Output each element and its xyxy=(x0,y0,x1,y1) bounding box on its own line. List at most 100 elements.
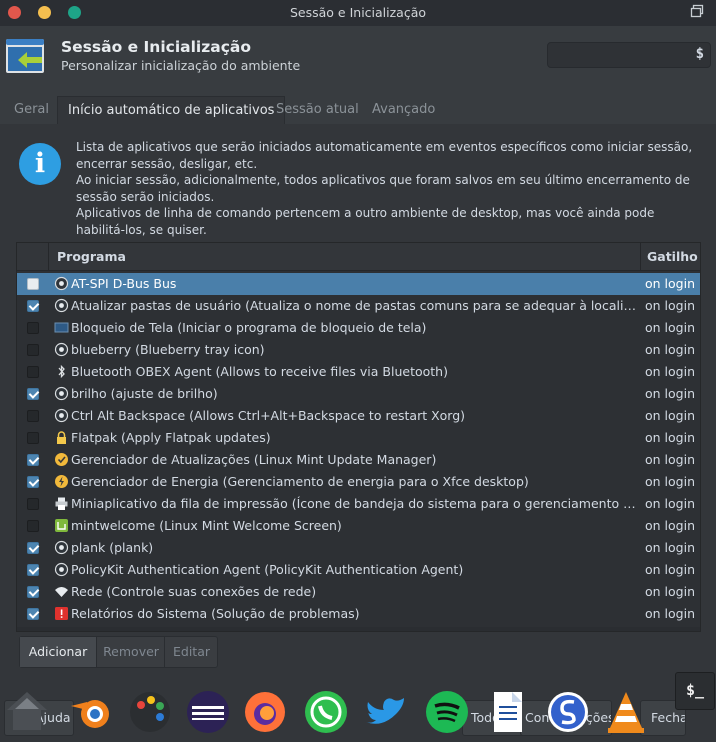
table-action-bar: Adicionar Remover Editar xyxy=(19,636,218,668)
program-name: Rede (Controle suas conexões de rede) xyxy=(71,584,317,599)
program-name: Flatpak (Apply Flatpak updates) xyxy=(71,430,271,445)
tab-general[interactable]: Geral xyxy=(14,99,49,123)
enabled-checkbox[interactable] xyxy=(27,432,39,444)
program-name: Gerenciador de Atualizações (Linux Mint … xyxy=(71,452,437,467)
table-row[interactable]: Flatpak (Apply Flatpak updates) on login xyxy=(17,427,700,449)
table-row[interactable]: Bluetooth OBEX Agent (Allows to receive … xyxy=(17,361,700,383)
lock-icon xyxy=(57,431,66,444)
gear-icon xyxy=(54,276,69,291)
table-row[interactable]: Miniaplicativo da fila de impressão (Íco… xyxy=(17,493,700,515)
info-line-2: Ao iniciar sessão, adicionalmente, todos… xyxy=(76,173,690,204)
enabled-checkbox[interactable] xyxy=(27,586,39,598)
home-icon xyxy=(7,692,47,730)
gear-icon xyxy=(54,540,69,555)
dollar-icon: $ xyxy=(695,46,704,62)
enabled-checkbox[interactable] xyxy=(27,564,39,576)
trigger-value: on login xyxy=(645,364,695,379)
trigger-value: on login xyxy=(645,430,695,445)
table-row[interactable]: mintwelcome (Linux Mint Welcome Screen) o… xyxy=(17,515,700,537)
enabled-checkbox[interactable] xyxy=(27,608,39,620)
trigger-value: on login xyxy=(645,298,695,313)
enabled-checkbox[interactable] xyxy=(27,410,39,422)
enabled-checkbox[interactable] xyxy=(27,300,39,312)
program-name: Miniaplicativo da fila de impressão (Íco… xyxy=(71,496,637,511)
tab-advanced[interactable]: Avançado xyxy=(372,99,435,123)
search-input[interactable]: $ xyxy=(547,42,711,68)
table-row[interactable]: Atualizar pastas de usuário (Atualiza o … xyxy=(17,295,700,317)
restore-icon[interactable] xyxy=(690,4,704,18)
trigger-value: on login xyxy=(645,452,695,467)
trigger-value: on login xyxy=(645,584,695,599)
table-row[interactable]: brilho (ajuste de brilho) on login xyxy=(17,383,700,405)
vlc-icon xyxy=(608,692,644,733)
enabled-checkbox[interactable] xyxy=(27,454,39,466)
tab-current-session[interactable]: Sessão atual xyxy=(276,99,359,123)
trigger-value: on login xyxy=(645,540,695,555)
trigger-value: on login xyxy=(645,496,695,511)
title-bar: Sessão e Inicialização xyxy=(0,0,716,26)
table-row[interactable]: Bloqueio de Tela (Iniciar o programa de … xyxy=(17,317,700,339)
edit-button[interactable]: Editar xyxy=(164,637,218,667)
horizontal-scrollbar[interactable] xyxy=(17,627,700,631)
trigger-value: on login xyxy=(645,518,695,533)
info-line-3: Aplicativos de linha de comando pertence… xyxy=(76,206,655,237)
program-name: AT-SPI D-Bus Bus xyxy=(71,276,177,291)
program-name: plank (plank) xyxy=(71,540,154,555)
table-row[interactable]: Rede (Controle suas conexões de rede) on … xyxy=(17,581,700,603)
table-row[interactable]: Ctrl Alt Backspace (Allows Ctrl+Alt+Back… xyxy=(17,405,700,427)
firefox-icon xyxy=(245,692,285,732)
table-row[interactable]: AT-SPI D-Bus Bus on login xyxy=(17,273,700,295)
enabled-checkbox[interactable] xyxy=(27,344,39,356)
table-row[interactable]: Gerenciador de Atualizações (Linux Mint … xyxy=(17,449,700,471)
dialog-header: Sessão e Inicialização Personalizar inic… xyxy=(0,26,716,92)
document-icon xyxy=(494,692,522,732)
column-header-enabled[interactable] xyxy=(17,243,49,271)
tab-autostart[interactable]: Início automático de aplicativos xyxy=(57,96,286,124)
header-title: Sessão e Inicialização xyxy=(61,38,252,56)
info-text: Lista de aplicativos que serão iniciados… xyxy=(76,139,701,238)
printer-icon xyxy=(55,497,68,510)
gear-icon xyxy=(54,298,69,313)
enabled-checkbox[interactable] xyxy=(27,542,39,554)
gear-icon xyxy=(54,562,69,577)
enabled-checkbox[interactable] xyxy=(27,322,39,334)
table-row[interactable]: PolicyKit Authentication Agent (PolicyKi… xyxy=(17,559,700,581)
program-name: mintwelcome (Linux Mint Welcome Screen) xyxy=(71,518,342,533)
program-name: Gerenciador de Energia (Gerenciamento de… xyxy=(71,474,529,489)
add-button[interactable]: Adicionar xyxy=(20,637,96,667)
enabled-checkbox[interactable] xyxy=(27,366,39,378)
info-line-1: Lista de aplicativos que serão iniciados… xyxy=(76,140,693,171)
window-title: Sessão e Inicialização xyxy=(289,5,427,20)
enabled-checkbox[interactable] xyxy=(27,520,39,532)
table-row[interactable]: Gerenciador de Energia (Gerenciamento de… xyxy=(17,471,700,493)
gear-icon xyxy=(54,386,69,401)
program-name: Ctrl Alt Backspace (Allows Ctrl+Alt+Back… xyxy=(71,408,466,423)
program-name: Bloqueio de Tela (Iniciar o programa de … xyxy=(71,320,427,335)
trigger-value: on login xyxy=(645,276,695,291)
enabled-checkbox[interactable] xyxy=(27,476,39,488)
remove-button[interactable]: Remover xyxy=(96,637,165,667)
enabled-checkbox[interactable] xyxy=(27,388,39,400)
program-name: PolicyKit Authentication Agent (PolicyKi… xyxy=(71,562,464,577)
column-header-program[interactable]: Programa xyxy=(49,243,641,271)
autostart-table: Programa Gatilho AT-SPI D-Bus Bus on logi… xyxy=(16,242,701,632)
palette-icon xyxy=(130,692,170,732)
warning-icon xyxy=(55,607,68,620)
table-row[interactable]: plank (plank) on login xyxy=(17,537,700,559)
spotify-icon xyxy=(426,691,468,733)
header-subtitle: Personalizar inicialização do ambiente xyxy=(61,58,301,73)
enabled-checkbox[interactable] xyxy=(27,278,39,290)
table-row[interactable]: Relatórios do Sistema (Solução de proble… xyxy=(17,603,700,625)
terminal-icon[interactable]: $_ xyxy=(675,672,715,710)
program-name: brilho (ajuste de brilho) xyxy=(71,386,218,401)
enabled-checkbox[interactable] xyxy=(27,498,39,510)
twitter-icon xyxy=(366,698,404,724)
eclipse-icon xyxy=(187,691,229,733)
gear-icon xyxy=(54,342,69,357)
table-row[interactable]: blueberry (Blueberry tray icon) on login xyxy=(17,339,700,361)
trigger-value: on login xyxy=(645,320,695,335)
screen-icon xyxy=(54,322,69,333)
trigger-value: on login xyxy=(645,474,695,489)
bluetooth-icon xyxy=(58,364,65,379)
column-header-trigger[interactable]: Gatilho xyxy=(641,243,700,271)
